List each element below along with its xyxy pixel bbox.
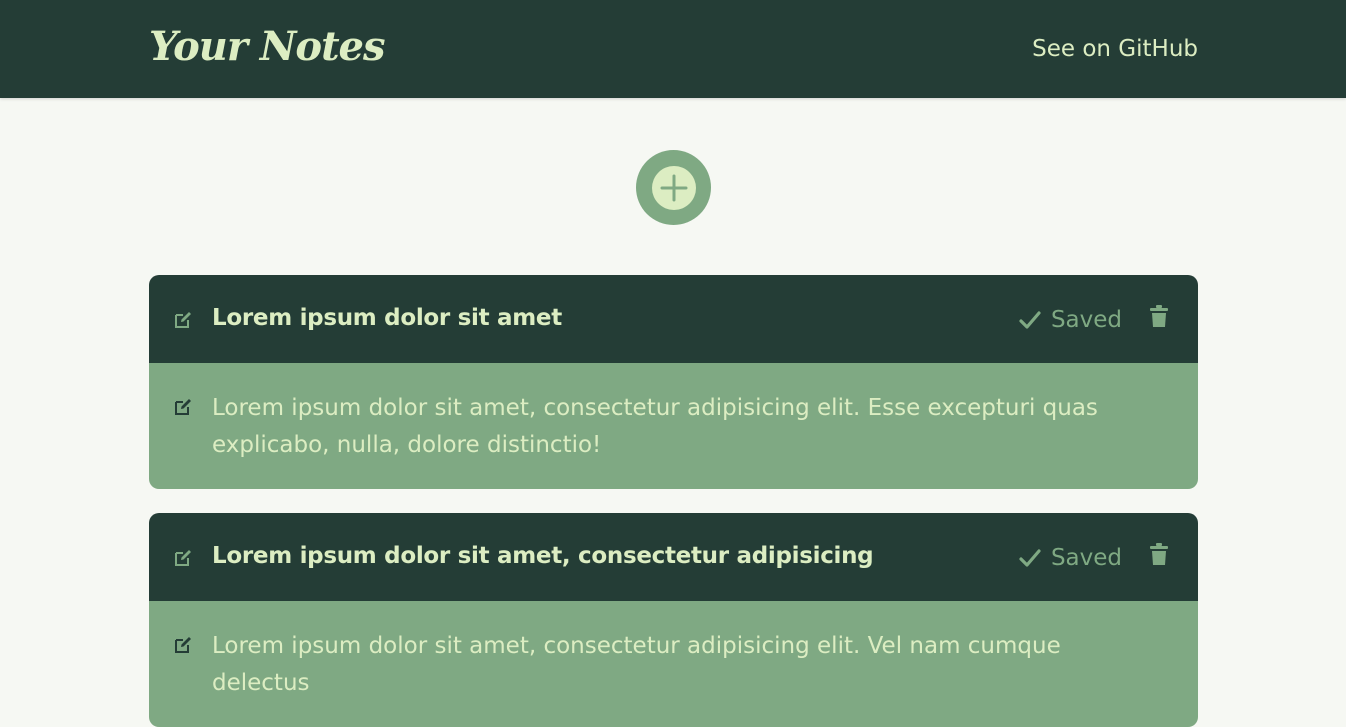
note-text[interactable]: Lorem ipsum dolor sit amet, consectetur … (212, 390, 1138, 464)
edit-title-icon[interactable] (173, 310, 193, 330)
check-icon (1019, 311, 1041, 329)
saved-status: Saved (1019, 304, 1122, 336)
note-body: Lorem ipsum dolor sit amet, consectetur … (149, 363, 1198, 489)
note-card: Lorem ipsum dolor sit amet Saved Lorem i… (149, 275, 1198, 489)
check-icon (1019, 549, 1041, 567)
plus-icon (660, 174, 687, 201)
edit-title-icon[interactable] (173, 548, 193, 568)
top-navbar: Your Notes See on GitHub (0, 0, 1346, 98)
saved-status-label: Saved (1050, 307, 1122, 333)
note-title[interactable]: Lorem ipsum dolor sit amet, consectetur … (212, 540, 874, 572)
note-title[interactable]: Lorem ipsum dolor sit amet (212, 302, 562, 334)
note-card: Lorem ipsum dolor sit amet, consectetur … (149, 513, 1198, 727)
edit-body-icon[interactable] (173, 635, 193, 655)
add-note-button[interactable] (636, 150, 711, 225)
github-link[interactable]: See on GitHub (1032, 34, 1198, 64)
add-note-button-inner (651, 165, 696, 210)
note-header: Lorem ipsum dolor sit amet Saved (149, 275, 1198, 363)
delete-note-button[interactable] (1150, 543, 1168, 565)
note-text[interactable]: Lorem ipsum dolor sit amet, consectetur … (212, 628, 1138, 702)
note-body: Lorem ipsum dolor sit amet, consectetur … (149, 601, 1198, 727)
app-logo[interactable]: Your Notes (149, 22, 386, 72)
edit-body-icon[interactable] (173, 397, 193, 417)
saved-status-label: Saved (1050, 545, 1122, 571)
note-header: Lorem ipsum dolor sit amet, consectetur … (149, 513, 1198, 601)
saved-status: Saved (1019, 542, 1122, 574)
delete-note-button[interactable] (1150, 305, 1168, 327)
